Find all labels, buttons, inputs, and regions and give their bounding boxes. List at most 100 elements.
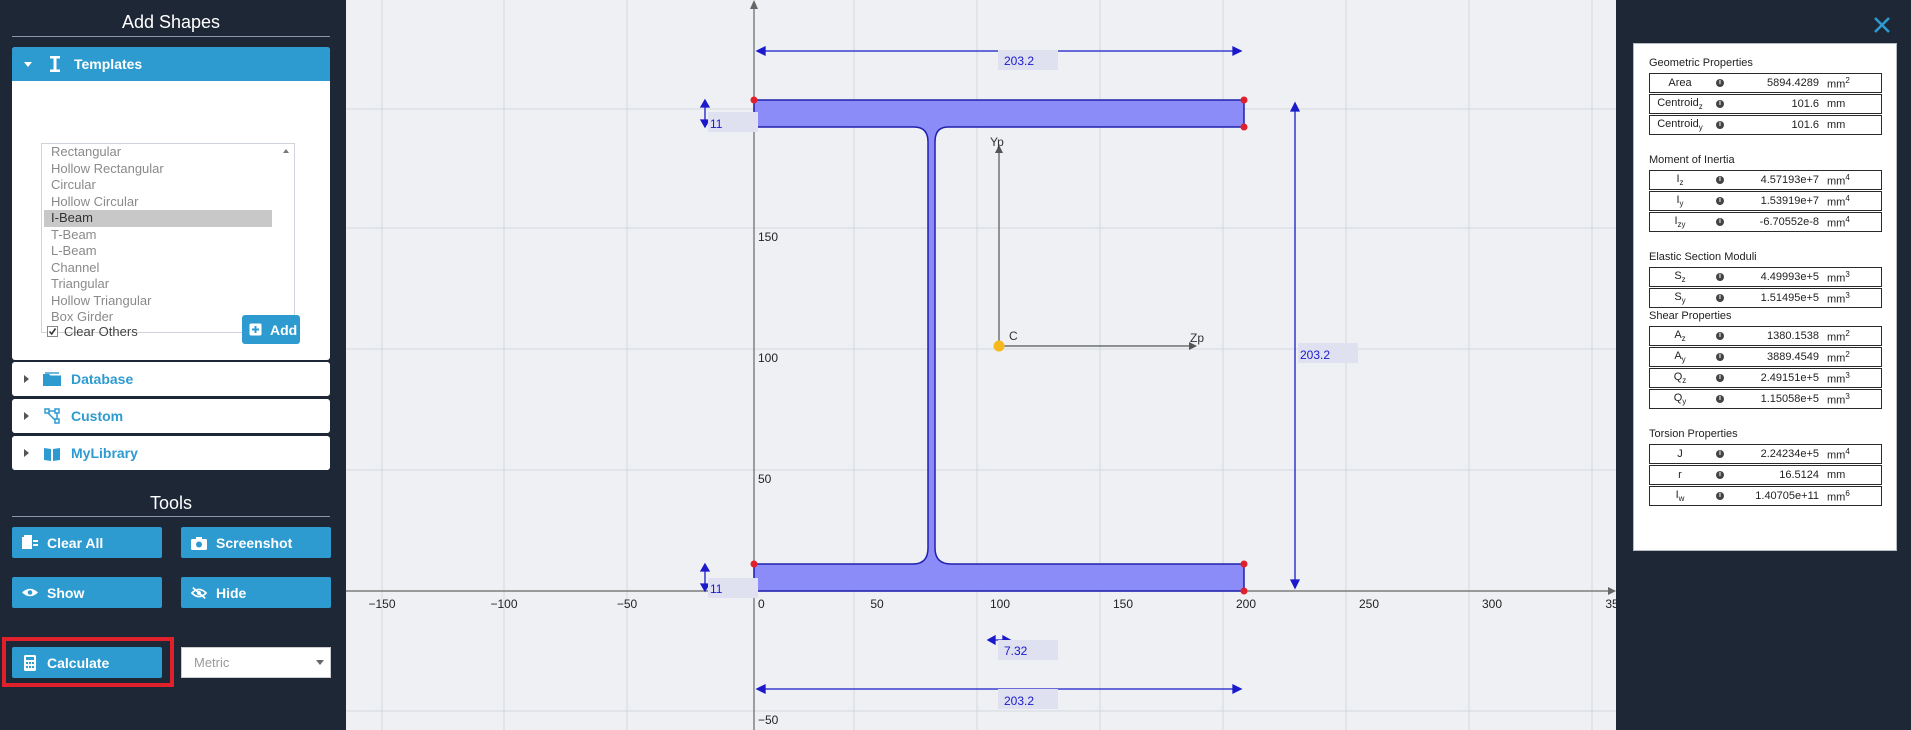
template-item[interactable]: Hollow Rectangular bbox=[44, 161, 272, 178]
x-tick-label: −100 bbox=[490, 597, 517, 611]
template-item[interactable]: L-Beam bbox=[44, 243, 272, 260]
zp-label: Zp bbox=[1190, 331, 1204, 345]
add-shapes-title: Add Shapes bbox=[121, 12, 221, 32]
custom-label: Custom bbox=[71, 408, 124, 424]
info-icon[interactable]: i bbox=[1716, 176, 1724, 184]
property-name: Izy bbox=[1674, 214, 1686, 230]
x-tick-label: −150 bbox=[368, 597, 395, 611]
property-value: 3889.4549 bbox=[1767, 351, 1819, 363]
property-unit: mm bbox=[1827, 119, 1846, 131]
template-item[interactable]: Hollow Triangular bbox=[44, 293, 272, 310]
y-tick-label: 150 bbox=[758, 230, 778, 244]
property-name: Centroidz bbox=[1657, 96, 1703, 112]
property-row: Qz i 2.49151e+5 mm3 bbox=[1649, 368, 1882, 388]
yp-label: Yp bbox=[990, 135, 1004, 149]
mylibrary-header[interactable]: MyLibrary bbox=[12, 436, 330, 470]
info-icon[interactable]: i bbox=[1716, 100, 1724, 108]
property-value: 2.24234e+5 bbox=[1760, 448, 1819, 460]
section-title: Elastic Section Moduli bbox=[1649, 251, 1757, 263]
property-value: 1.51495e+5 bbox=[1760, 292, 1819, 304]
info-icon[interactable]: i bbox=[1716, 121, 1724, 129]
property-value: 1.15058e+5 bbox=[1760, 393, 1819, 405]
info-icon[interactable]: i bbox=[1716, 471, 1724, 479]
drawing-canvas[interactable]: −150−100−5005010015020025030035200150100… bbox=[346, 0, 1616, 730]
property-name: Iw bbox=[1675, 488, 1685, 504]
property-row: Izy i -6.70552e-8 mm4 bbox=[1649, 212, 1882, 232]
clear-icon bbox=[22, 535, 38, 551]
property-unit: mm3 bbox=[1827, 290, 1850, 306]
add-button[interactable]: Add bbox=[242, 315, 300, 344]
dim-bottom-width: 203.2 bbox=[1004, 694, 1034, 708]
y-tick-label: 50 bbox=[758, 472, 772, 486]
caret-down-icon bbox=[24, 61, 32, 67]
clear-others-checkbox[interactable] bbox=[47, 326, 58, 337]
clear-others-label: Clear Others bbox=[64, 324, 138, 339]
info-icon[interactable]: i bbox=[1716, 492, 1724, 500]
info-icon[interactable]: i bbox=[1716, 353, 1724, 361]
template-item[interactable]: Triangular bbox=[44, 276, 272, 293]
custom-panel[interactable]: Custom bbox=[12, 399, 330, 433]
divider bbox=[12, 516, 330, 517]
property-value: 4.49993e+5 bbox=[1760, 271, 1819, 283]
clear-others-row: Clear Others bbox=[47, 324, 138, 339]
section-title: Torsion Properties bbox=[1649, 428, 1738, 440]
database-label: Database bbox=[71, 371, 134, 387]
info-icon[interactable]: i bbox=[1716, 218, 1724, 226]
info-icon[interactable]: i bbox=[1716, 273, 1724, 281]
units-select-value: Metric bbox=[194, 655, 230, 670]
property-value: 5894.4289 bbox=[1767, 77, 1819, 89]
template-list[interactable]: Rectangular Hollow Rectangular Circular Hol… bbox=[41, 143, 295, 333]
property-unit: mm2 bbox=[1827, 349, 1850, 365]
hide-label: Hide bbox=[216, 584, 247, 601]
calculate-label: Calculate bbox=[47, 654, 110, 671]
screenshot-button[interactable]: Screenshot bbox=[181, 527, 331, 558]
property-unit: mm4 bbox=[1827, 446, 1850, 462]
info-icon[interactable]: i bbox=[1716, 197, 1724, 205]
info-icon[interactable]: i bbox=[1716, 332, 1724, 340]
info-icon[interactable]: i bbox=[1716, 450, 1724, 458]
property-unit: mm3 bbox=[1827, 391, 1850, 407]
add-label: Add bbox=[270, 321, 298, 338]
hide-button[interactable]: Hide bbox=[181, 577, 331, 608]
property-name: Az bbox=[1674, 328, 1686, 344]
section-title: Geometric Properties bbox=[1649, 57, 1753, 69]
mylibrary-panel[interactable]: MyLibrary bbox=[12, 436, 330, 470]
i-beam-icon bbox=[46, 56, 64, 72]
chevron-down-icon bbox=[316, 660, 324, 665]
custom-header[interactable]: Custom bbox=[12, 399, 330, 433]
list-scrollbar[interactable] bbox=[279, 145, 293, 331]
info-icon[interactable]: i bbox=[1716, 294, 1724, 302]
x-tick-label: 200 bbox=[1236, 597, 1256, 611]
dim-height: 203.2 bbox=[1300, 348, 1330, 362]
template-item[interactable]: Circular bbox=[44, 177, 272, 194]
property-row: Sy i 1.51495e+5 mm3 bbox=[1649, 288, 1882, 308]
property-unit: mm4 bbox=[1827, 172, 1850, 188]
template-item[interactable]: Channel bbox=[44, 260, 272, 277]
template-item[interactable]: Rectangular bbox=[44, 144, 272, 161]
property-unit: mm3 bbox=[1827, 370, 1850, 386]
x-tick-label: 300 bbox=[1482, 597, 1502, 611]
section-title: Moment of Inertia bbox=[1649, 154, 1735, 166]
show-button[interactable]: Show bbox=[12, 577, 162, 608]
database-panel[interactable]: Database bbox=[12, 362, 330, 396]
close-icon[interactable] bbox=[1871, 14, 1893, 36]
clear-all-button[interactable]: Clear All bbox=[12, 527, 162, 558]
template-item[interactable]: T-Beam bbox=[44, 227, 272, 244]
calculator-icon bbox=[22, 654, 38, 671]
database-header[interactable]: Database bbox=[12, 362, 330, 396]
property-value: 1.53919e+7 bbox=[1760, 195, 1819, 207]
info-icon[interactable]: i bbox=[1716, 395, 1724, 403]
info-icon[interactable]: i bbox=[1716, 79, 1724, 87]
property-value: 101.6 bbox=[1791, 119, 1819, 131]
section-title: Shear Properties bbox=[1649, 310, 1732, 322]
property-value: 4.57193e+7 bbox=[1760, 174, 1819, 186]
mylibrary-label: MyLibrary bbox=[71, 445, 138, 461]
template-item[interactable]: I-Beam bbox=[44, 210, 272, 227]
calculate-button[interactable]: Calculate bbox=[12, 647, 162, 678]
units-select[interactable]: Metric bbox=[181, 647, 331, 678]
x-tick-label: 150 bbox=[1113, 597, 1133, 611]
property-name: Iy bbox=[1676, 193, 1684, 209]
info-icon[interactable]: i bbox=[1716, 374, 1724, 382]
templates-header[interactable]: Templates bbox=[12, 47, 330, 81]
template-item[interactable]: Hollow Circular bbox=[44, 194, 272, 211]
